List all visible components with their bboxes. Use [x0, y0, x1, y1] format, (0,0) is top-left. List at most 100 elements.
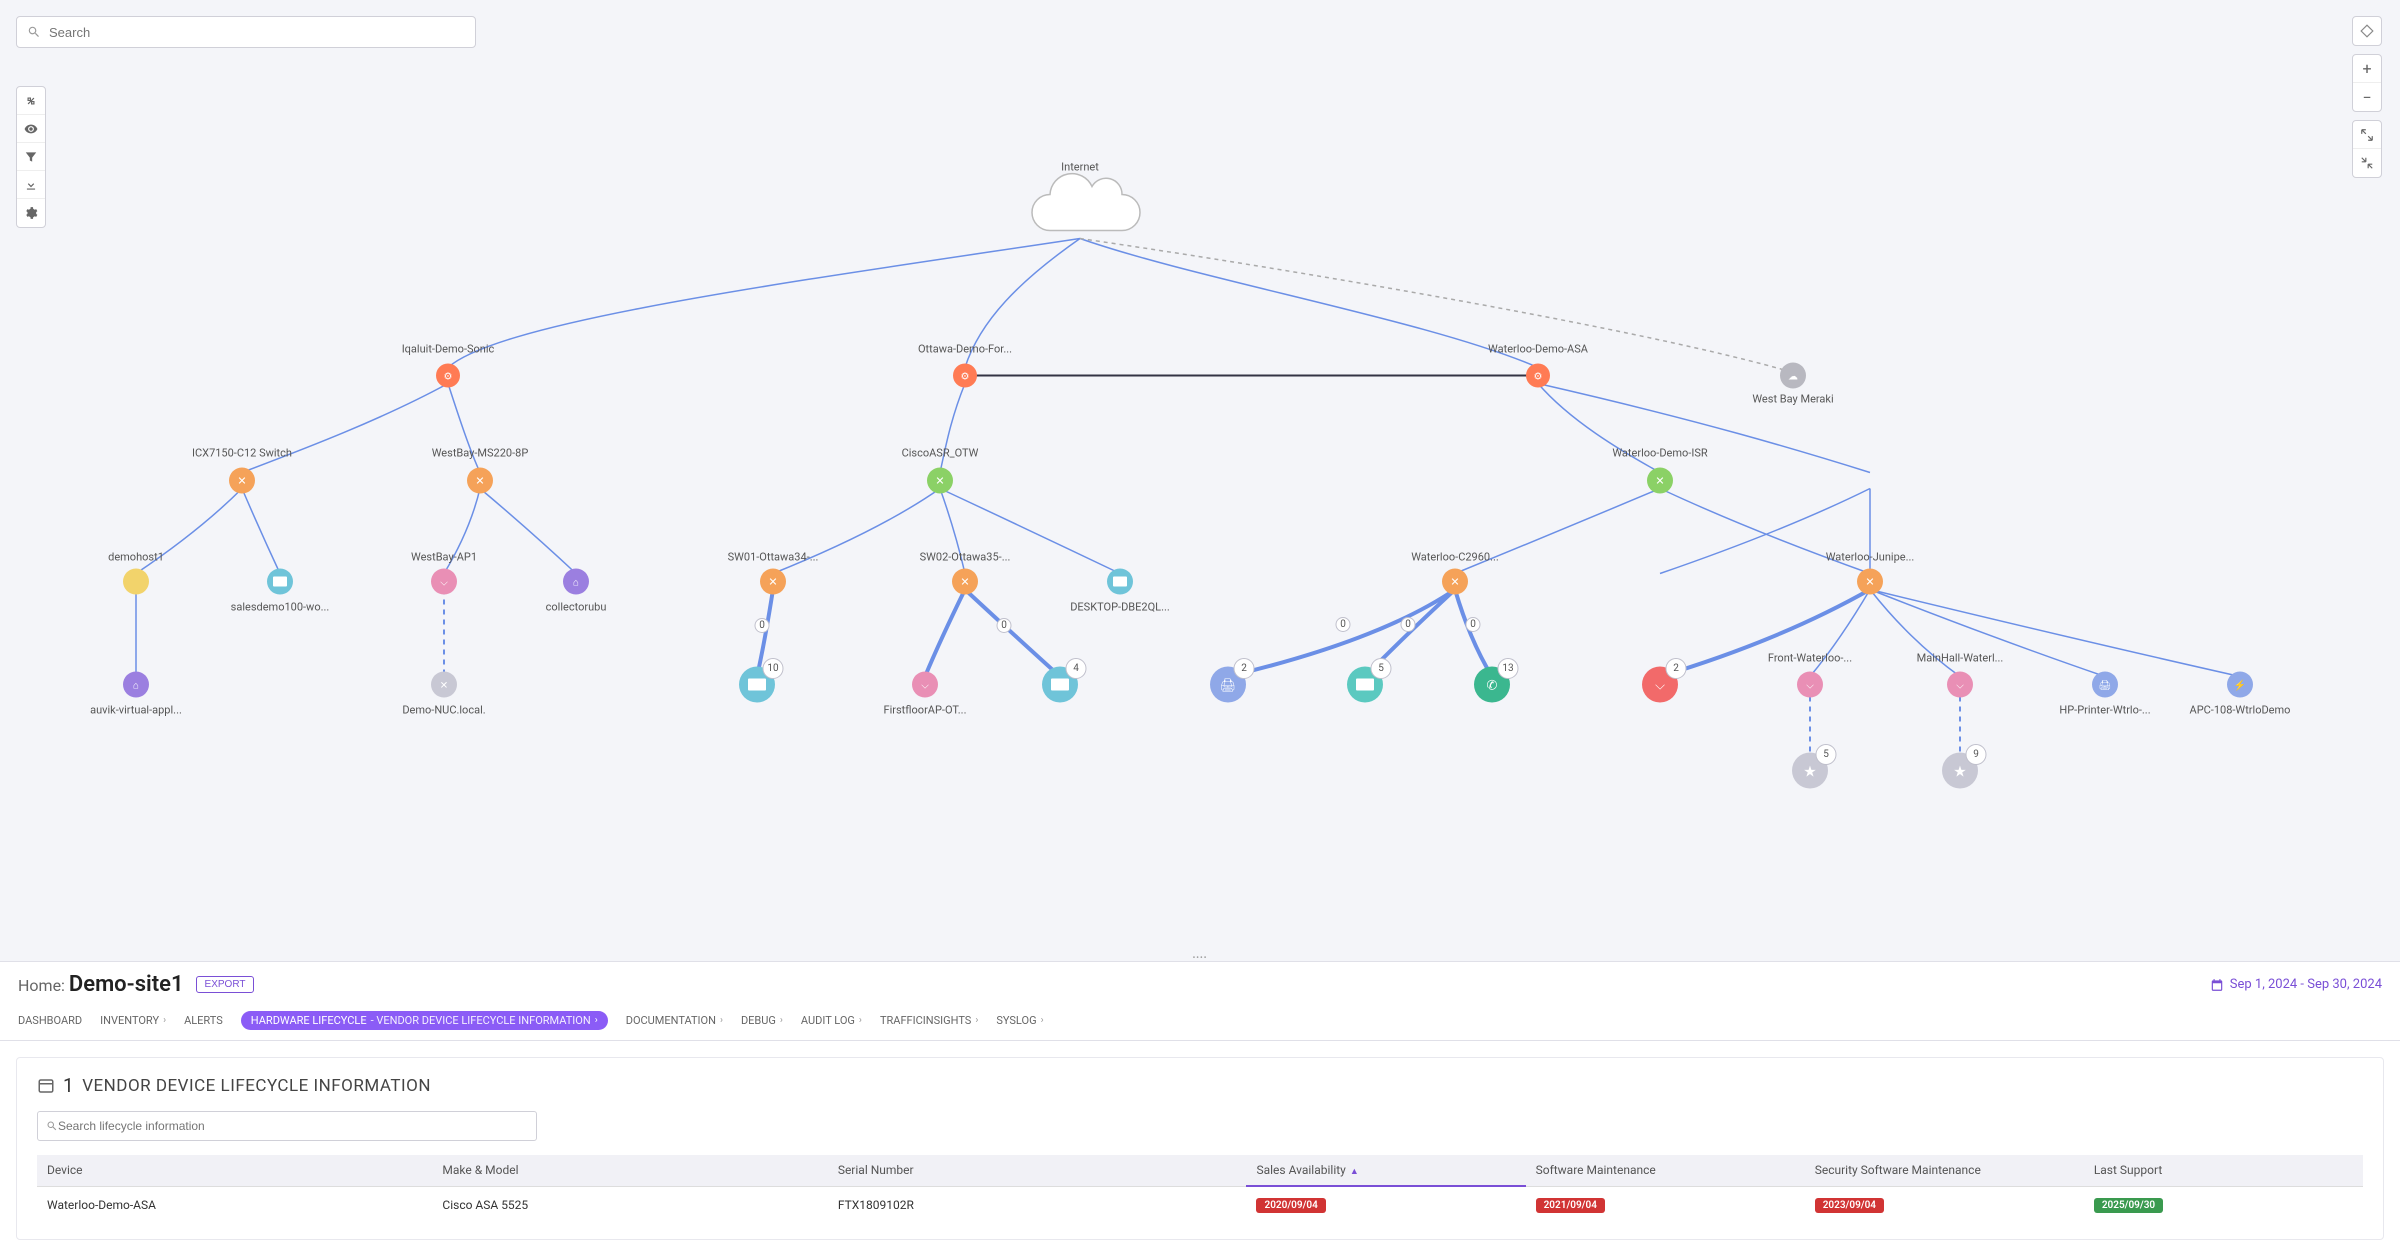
col-make[interactable]: Make & Model: [432, 1155, 827, 1186]
svg-text:SW01-Ottawa34-...: SW01-Ottawa34-...: [728, 551, 819, 564]
svg-text:HP-Printer-Wtrlo-...: HP-Printer-Wtrlo-...: [2059, 704, 2150, 717]
svg-text:⌵: ⌵: [1655, 679, 1665, 694]
svg-text:✕: ✕: [768, 576, 777, 589]
col-device[interactable]: Device: [37, 1155, 432, 1186]
breadcrumb: Home: Demo-site1: [18, 972, 184, 997]
svg-text:⌵: ⌵: [1806, 681, 1814, 692]
svg-text:✕: ✕: [960, 576, 969, 589]
svg-text:Iqaluit-Demo-Sonic: Iqaluit-Demo-Sonic: [402, 343, 495, 356]
svg-text:★: ★: [1803, 763, 1816, 781]
svg-text:⌵: ⌵: [1956, 681, 1964, 692]
lifecycle-filter-box[interactable]: [37, 1111, 537, 1141]
svg-text:✕: ✕: [475, 475, 484, 488]
col-serial[interactable]: Serial Number: [828, 1155, 1247, 1186]
svg-text:5: 5: [1378, 663, 1384, 674]
svg-text:✕: ✕: [440, 681, 448, 692]
svg-text:Waterloo-Demo-ASA: Waterloo-Demo-ASA: [1488, 343, 1589, 356]
tab-hardware-lifecycle[interactable]: HARDWARE LIFECYCLE - VENDOR DEVICE LIFEC…: [241, 1011, 608, 1030]
resize-handle[interactable]: ••••: [1180, 953, 1220, 961]
chevron-right-icon: ›: [859, 1015, 862, 1026]
tab-inventory[interactable]: INVENTORY›: [100, 1014, 166, 1027]
date-range-picker[interactable]: Sep 1, 2024 - Sep 30, 2024: [2210, 977, 2382, 992]
tab-traffic-insights[interactable]: TRAFFICINSIGHTS›: [880, 1014, 978, 1027]
tab-alerts[interactable]: ALERTS: [184, 1014, 223, 1027]
chevron-right-icon: ›: [595, 1015, 598, 1026]
internet-label: Internet: [1061, 161, 1099, 174]
table-row[interactable]: Waterloo-Demo-ASA Cisco ASA 5525 FTX1809…: [37, 1186, 2363, 1223]
tab-debug[interactable]: DEBUG›: [741, 1014, 783, 1027]
svg-text:⚙: ⚙: [444, 372, 453, 383]
svg-text:★: ★: [1953, 763, 1966, 781]
svg-text:APC-108-WtrloDemo: APC-108-WtrloDemo: [2190, 704, 2291, 717]
svg-text:✕: ✕: [1865, 576, 1874, 589]
svg-text:CiscoASR_OTW: CiscoASR_OTW: [902, 447, 979, 460]
chevron-right-icon: ›: [163, 1015, 166, 1026]
cell-device: Waterloo-Demo-ASA: [37, 1186, 432, 1223]
svg-text:Demo-NUC.local.: Demo-NUC.local.: [402, 704, 485, 717]
svg-text:collectorubu: collectorubu: [546, 601, 607, 614]
svg-text:demohost1: demohost1: [108, 551, 164, 564]
svg-text:Waterloo-C2960...: Waterloo-C2960...: [1411, 551, 1499, 564]
svg-text:⌵: ⌵: [440, 578, 448, 589]
svg-text:MainHall-Waterl...: MainHall-Waterl...: [1917, 652, 2004, 665]
tab-audit-log[interactable]: AUDIT LOG›: [801, 1014, 862, 1027]
result-count: 1: [63, 1074, 74, 1097]
svg-text:⚙: ⚙: [1534, 372, 1543, 383]
svg-text:WestBay-MS220-8P: WestBay-MS220-8P: [432, 447, 529, 460]
svg-text:0: 0: [1340, 619, 1346, 630]
tab-syslog[interactable]: SYSLOG›: [996, 1014, 1043, 1027]
chevron-right-icon: ›: [975, 1015, 978, 1026]
svg-text:FirstfloorAP-OT...: FirstfloorAP-OT...: [884, 704, 967, 717]
export-button[interactable]: EXPORT: [196, 976, 255, 993]
svg-text:DESKTOP-DBE2QL...: DESKTOP-DBE2QL...: [1070, 601, 1170, 614]
internet-node[interactable]: [1032, 174, 1140, 231]
tab-documentation[interactable]: DOCUMENTATION›: [626, 1014, 723, 1027]
col-security[interactable]: Security Software Maintenance: [1805, 1155, 2084, 1186]
svg-text:🖨: 🖨: [1220, 679, 1237, 694]
cell-serial: FTX1809102R: [828, 1186, 1247, 1223]
tab-bar: DASHBOARD INVENTORY› ALERTS HARDWARE LIF…: [0, 1007, 2400, 1041]
chevron-right-icon: ›: [720, 1015, 723, 1026]
tab-dashboard[interactable]: DASHBOARD: [18, 1014, 82, 1027]
card-title: VENDOR DEVICE LIFECYCLE INFORMATION: [82, 1076, 431, 1096]
col-sales[interactable]: Sales Availability▲: [1246, 1155, 1525, 1186]
col-software[interactable]: Software Maintenance: [1526, 1155, 1805, 1186]
svg-text:⚡: ⚡: [2234, 679, 2246, 692]
svg-text:Waterloo-Demo-ISR: Waterloo-Demo-ISR: [1612, 447, 1708, 460]
svg-text:ICX7150-C12 Switch: ICX7150-C12 Switch: [192, 447, 292, 460]
svg-text:2: 2: [1673, 663, 1679, 674]
search-icon: [46, 1120, 58, 1132]
svg-text:West Bay Meraki: West Bay Meraki: [1752, 393, 1833, 406]
svg-text:✆: ✆: [1487, 679, 1498, 694]
badge-last: 2025/09/30: [2094, 1198, 2163, 1213]
svg-text:0: 0: [759, 620, 765, 631]
lifecycle-table: Device Make & Model Serial Number Sales …: [37, 1155, 2363, 1223]
svg-text:SW02-Ottawa35-...: SW02-Ottawa35-...: [920, 551, 1011, 564]
svg-text:0: 0: [1405, 619, 1411, 630]
lifecycle-card: 1 VENDOR DEVICE LIFECYCLE INFORMATION De…: [16, 1057, 2384, 1240]
badge-software: 2021/09/04: [1536, 1198, 1605, 1213]
svg-text:🖨: 🖨: [2099, 680, 2112, 692]
svg-text:WestBay-AP1: WestBay-AP1: [411, 551, 477, 564]
svg-text:⚙: ⚙: [961, 372, 970, 383]
svg-text:✕: ✕: [1655, 475, 1664, 488]
node-demohost1[interactable]: [123, 569, 149, 595]
svg-text:10: 10: [767, 663, 779, 674]
list-icon: [37, 1077, 55, 1095]
svg-text:13: 13: [1502, 663, 1513, 674]
svg-text:✕: ✕: [935, 475, 944, 488]
svg-text:5: 5: [1823, 749, 1829, 760]
svg-text:✕: ✕: [1450, 576, 1459, 589]
svg-text:0: 0: [1470, 619, 1476, 630]
svg-text:Waterloo-Junipe...: Waterloo-Junipe...: [1826, 551, 1915, 564]
page-title: Demo-site1: [69, 972, 184, 997]
svg-text:2: 2: [1241, 663, 1247, 674]
calendar-icon: [2210, 978, 2224, 992]
badge-sales: 2020/09/04: [1256, 1198, 1325, 1213]
lifecycle-search-input[interactable]: [58, 1119, 528, 1133]
badge-security: 2023/09/04: [1815, 1198, 1884, 1213]
col-last[interactable]: Last Support: [2084, 1155, 2363, 1186]
svg-text:⌂: ⌂: [133, 681, 139, 692]
topology-viewport[interactable]: + −: [0, 0, 2400, 961]
svg-text:⌵: ⌵: [921, 681, 929, 692]
